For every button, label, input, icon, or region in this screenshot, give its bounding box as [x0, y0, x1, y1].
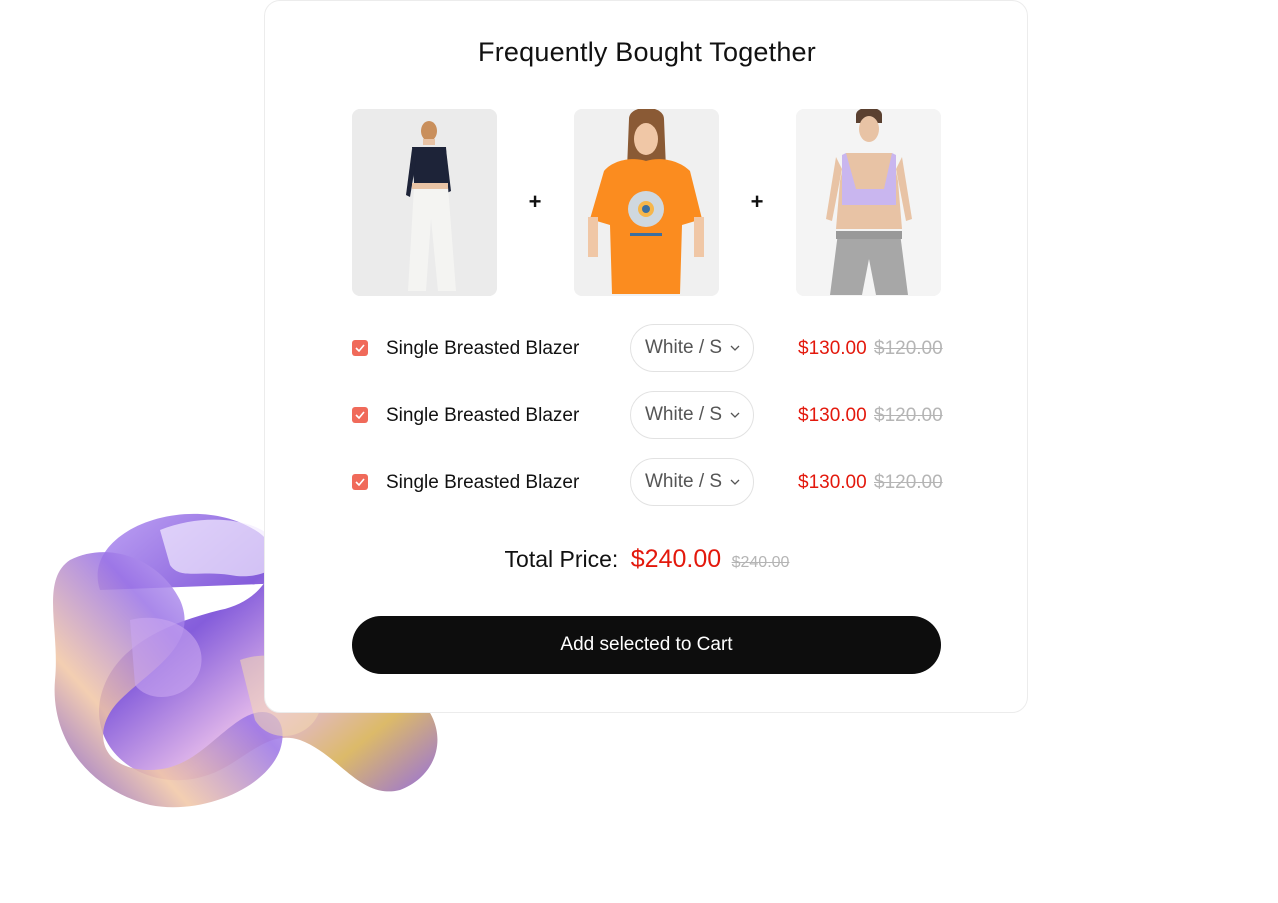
- chevron-down-icon: [730, 345, 740, 351]
- compare-price: $120.00: [874, 405, 943, 426]
- variant-select-1[interactable]: White / S: [630, 324, 754, 372]
- add-selected-to-cart-button[interactable]: Add selected to Cart: [352, 616, 941, 674]
- variant-value: White / S: [645, 337, 723, 358]
- page: Frequently Bought Together + + Single Br…: [0, 0, 1278, 903]
- product-image-3[interactable]: [796, 109, 941, 296]
- plus-icon-2: +: [750, 189, 764, 214]
- frequently-bought-together-card: Frequently Bought Together + + Single Br…: [264, 0, 1028, 713]
- product-name: Single Breasted Blazer: [386, 405, 580, 426]
- total-price-line: Total Price: $240.00 $240.00: [265, 545, 1029, 574]
- product-row-1: Single Breasted Blazer White / S $130.00…: [352, 324, 943, 374]
- variant-value: White / S: [645, 404, 723, 425]
- product-checkbox-3[interactable]: [352, 474, 368, 490]
- product-image-2[interactable]: [574, 109, 719, 296]
- woman-navy-top-white-trousers-icon: [352, 109, 497, 296]
- sale-price: $130.00: [798, 338, 867, 359]
- chevron-down-icon: [730, 479, 740, 485]
- product-checkbox-2[interactable]: [352, 407, 368, 423]
- variant-value: White / S: [645, 471, 723, 492]
- variant-select-2[interactable]: White / S: [630, 391, 754, 439]
- total-compare-price: $240.00: [731, 554, 790, 571]
- woman-lilac-bra-grey-shorts-icon: [796, 109, 941, 296]
- plus-icon-1: +: [528, 189, 542, 214]
- chevron-down-icon: [730, 412, 740, 418]
- sale-price: $130.00: [798, 472, 867, 493]
- product-row-2: Single Breasted Blazer White / S $130.00…: [352, 391, 943, 441]
- product-name: Single Breasted Blazer: [386, 338, 580, 359]
- compare-price: $120.00: [874, 472, 943, 493]
- widget-title: Frequently Bought Together: [478, 37, 816, 67]
- total-label: Total Price:: [504, 546, 619, 572]
- total-price: $240.00: [630, 545, 722, 573]
- checkmark-icon: [355, 478, 365, 486]
- product-row-3: Single Breasted Blazer White / S $130.00…: [352, 458, 943, 508]
- product-name: Single Breasted Blazer: [386, 472, 580, 493]
- variant-select-3[interactable]: White / S: [630, 458, 754, 506]
- compare-price: $120.00: [874, 338, 943, 359]
- woman-orange-graphic-tshirt-icon: [574, 109, 719, 296]
- sale-price: $130.00: [798, 405, 867, 426]
- product-checkbox-1[interactable]: [352, 340, 368, 356]
- product-image-1[interactable]: [352, 109, 497, 296]
- checkmark-icon: [355, 411, 365, 419]
- checkmark-icon: [355, 344, 365, 352]
